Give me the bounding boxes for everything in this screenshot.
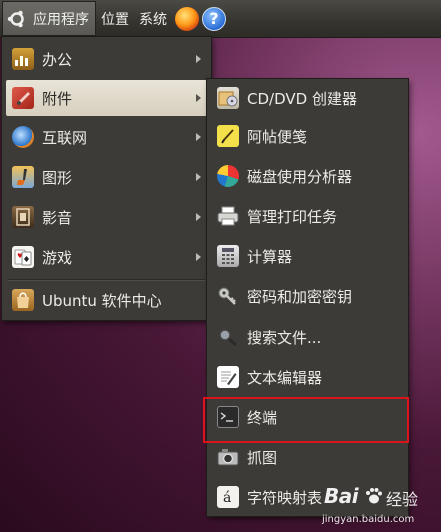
accessories-icon bbox=[12, 87, 34, 109]
graphics-icon bbox=[12, 166, 34, 188]
menu-item-label: 办公 bbox=[42, 50, 73, 69]
menu-item-text-editor[interactable]: 文本编辑器 bbox=[211, 359, 404, 395]
menu-item-graphics[interactable]: 图形 bbox=[6, 159, 207, 195]
accessories-submenu: CD/DVD 创建器 阿帖便笺 磁盘使用分析器 管理打印任务 计算器 密码和加密… bbox=[207, 79, 408, 516]
menu-item-search-files[interactable]: 搜索文件... bbox=[211, 319, 404, 355]
baidu-watermark: Bai 经验 jingyan.baidu.com bbox=[316, 484, 436, 530]
screenshot-icon bbox=[217, 446, 239, 468]
menu-item-disk-usage-analyzer[interactable]: 磁盘使用分析器 bbox=[211, 158, 404, 194]
watermark-url: jingyan.baidu.com bbox=[322, 514, 415, 525]
disk-usage-icon bbox=[217, 165, 239, 187]
games-icon bbox=[12, 246, 34, 268]
menu-item-label: 互联网 bbox=[42, 128, 88, 147]
firefox-icon[interactable] bbox=[175, 6, 199, 31]
menu-item-print-jobs[interactable]: 管理打印任务 bbox=[211, 198, 404, 234]
watermark-suffix: 经验 bbox=[386, 490, 419, 509]
menu-item-label: 磁盘使用分析器 bbox=[247, 167, 353, 186]
ubuntu-logo-icon bbox=[7, 9, 27, 29]
menu-item-label: 计算器 bbox=[247, 247, 293, 266]
submenu-arrow-icon bbox=[196, 133, 201, 141]
submenu-arrow-icon bbox=[196, 94, 201, 102]
submenu-arrow-icon bbox=[196, 253, 201, 261]
menu-item-label: 抓图 bbox=[247, 448, 278, 467]
menu-item-label: 游戏 bbox=[42, 248, 73, 267]
menu-item-cd-dvd-creator[interactable]: CD/DVD 创建器 bbox=[211, 80, 404, 116]
character-map-icon: á bbox=[217, 486, 239, 508]
watermark-brand: Bai bbox=[324, 484, 359, 508]
applications-menu[interactable]: 应用程序 bbox=[2, 1, 96, 36]
menu-item-passwords-keys[interactable]: 密码和加密密钥 bbox=[211, 278, 404, 314]
submenu-arrow-icon bbox=[196, 213, 201, 221]
menu-item-software-center[interactable]: Ubuntu 软件中心 bbox=[6, 282, 207, 318]
menu-item-label: 影音 bbox=[42, 208, 73, 227]
help-icon[interactable]: ? bbox=[202, 6, 226, 31]
office-icon bbox=[12, 48, 34, 70]
keys-icon bbox=[217, 285, 239, 307]
menu-item-label: CD/DVD 创建器 bbox=[247, 89, 357, 108]
paw-icon bbox=[364, 486, 384, 506]
terminal-highlight-box bbox=[203, 397, 409, 443]
printer-icon bbox=[217, 205, 239, 227]
menu-item-label: 图形 bbox=[42, 168, 73, 187]
multimedia-icon bbox=[12, 206, 34, 228]
applications-menu-label: 应用程序 bbox=[33, 11, 89, 28]
menu-item-label: 附件 bbox=[42, 89, 73, 108]
submenu-arrow-icon bbox=[196, 173, 201, 181]
menu-item-accessories[interactable]: 附件 bbox=[6, 80, 207, 116]
software-center-icon bbox=[12, 289, 34, 311]
applications-dropdown: 办公 附件 互联网 图形 影音 游戏 Ubuntu 软件中心 bbox=[2, 37, 211, 320]
menu-item-calculator[interactable]: 计算器 bbox=[211, 238, 404, 274]
menu-separator bbox=[8, 279, 205, 281]
menu-item-label: 管理打印任务 bbox=[247, 207, 338, 226]
svg-text:á: á bbox=[223, 490, 231, 506]
menu-item-office[interactable]: 办公 bbox=[6, 41, 207, 77]
menu-item-label: 密码和加密密钥 bbox=[247, 287, 353, 306]
text-editor-icon bbox=[217, 366, 239, 388]
sticky-notes-icon bbox=[217, 125, 239, 147]
menu-item-games[interactable]: 游戏 bbox=[6, 239, 207, 275]
places-menu[interactable]: 位置 bbox=[96, 0, 134, 37]
menu-item-label: 文本编辑器 bbox=[247, 368, 323, 387]
internet-icon bbox=[12, 126, 34, 148]
top-panel: 应用程序 位置 系统 ? bbox=[0, 0, 441, 38]
menu-item-label: 阿帖便笺 bbox=[247, 127, 308, 146]
menu-item-label: 搜索文件... bbox=[247, 328, 322, 347]
calculator-icon bbox=[217, 245, 239, 267]
menu-item-multimedia[interactable]: 影音 bbox=[6, 199, 207, 235]
submenu-arrow-icon bbox=[196, 55, 201, 63]
system-menu[interactable]: 系统 bbox=[134, 0, 172, 37]
search-icon bbox=[217, 326, 239, 348]
menu-item-sticky-notes[interactable]: 阿帖便笺 bbox=[211, 118, 404, 154]
menu-item-label: Ubuntu 软件中心 bbox=[42, 291, 162, 310]
menu-item-screenshot[interactable]: 抓图 bbox=[211, 439, 404, 475]
menu-item-internet[interactable]: 互联网 bbox=[6, 119, 207, 155]
cd-dvd-creator-icon bbox=[217, 87, 239, 109]
menu-item-label: 字符映射表 bbox=[247, 488, 323, 507]
